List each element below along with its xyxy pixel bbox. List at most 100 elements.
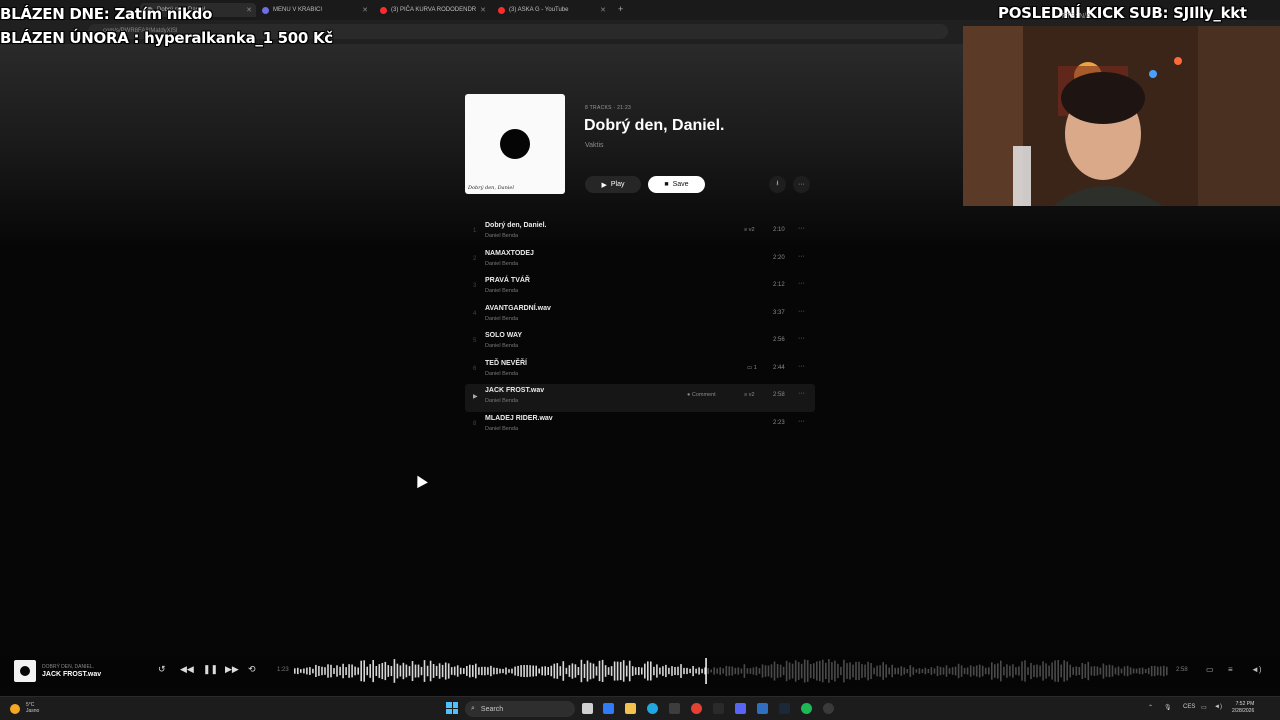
track-more-icon[interactable]: ···	[798, 253, 805, 260]
track-artist[interactable]: Daniel Benda	[485, 233, 518, 239]
play-button[interactable]: ▶ Play	[585, 176, 641, 193]
comments-icon[interactable]: ▭	[1206, 665, 1214, 674]
track-more-icon[interactable]: ···	[798, 363, 805, 370]
track-more-icon[interactable]: ···	[798, 335, 805, 342]
windows-start-icon[interactable]	[446, 702, 458, 714]
download-app-icon[interactable]	[713, 703, 724, 714]
track-row[interactable]: 1 Dobrý den, Daniel. Daniel Benda ≡ v2 2…	[465, 219, 815, 247]
discord-icon[interactable]	[735, 703, 746, 714]
tab-youtube-1[interactable]: (3) PIČA KURVA RODODENDR ✕	[374, 3, 490, 17]
file-explorer-icon[interactable]	[625, 703, 636, 714]
tab-menu[interactable]: MENU V KRABICI ✕	[256, 3, 372, 17]
waveform-bar	[794, 660, 797, 682]
copilot-icon[interactable]	[603, 703, 614, 714]
track-row[interactable]: 6 TEĎ NEVĚŘÍ Daniel Benda ▭ 1 2:44 ···	[465, 357, 815, 385]
task-view-icon[interactable]	[582, 703, 593, 714]
player-album-name[interactable]: DOBRÝ DEN, DANIEL.	[42, 664, 94, 670]
player-thumbnail[interactable]	[14, 660, 36, 682]
stack-icon: ≡	[744, 392, 748, 398]
track-row[interactable]: 2 NAMAXTODEJ Daniel Benda 2:20 ···	[465, 247, 815, 275]
player-track-name[interactable]: JACK FROST.wav	[42, 671, 101, 678]
track-more-icon[interactable]: ···	[798, 308, 805, 315]
waveform-bar	[825, 662, 827, 680]
track-row-playing[interactable]: ▶ JACK FROST.wav Daniel Benda ● Comment …	[465, 384, 815, 412]
waveform-scrubber[interactable]	[294, 657, 1169, 685]
tab-youtube-2[interactable]: (3) ASKA G - YouTube ✕	[492, 3, 610, 17]
waveform-bar	[843, 659, 845, 683]
track-artist[interactable]: Daniel Benda	[485, 316, 518, 322]
taskbar-search[interactable]: ⌕ Search	[465, 701, 575, 717]
close-tab-icon[interactable]: ✕	[246, 6, 252, 14]
obs-icon[interactable]	[823, 703, 834, 714]
track-artist[interactable]: Daniel Benda	[485, 398, 518, 404]
volume-icon[interactable]: ◄)	[1251, 665, 1262, 674]
close-tab-icon[interactable]: ✕	[362, 6, 368, 14]
waveform-bar	[834, 660, 836, 682]
save-button[interactable]: ■ Save	[648, 176, 705, 193]
previous-icon[interactable]: ◀◀	[180, 664, 194, 675]
comment-count[interactable]: ▭ 1	[747, 365, 757, 371]
version-badge[interactable]: ≡ v2	[744, 227, 755, 233]
track-more-icon[interactable]: ···	[798, 418, 805, 425]
tab-label: (3) ASKA G - YouTube	[509, 7, 569, 13]
download-button[interactable]: ⭳	[769, 176, 786, 193]
version-label: v2	[748, 392, 755, 398]
waveform-bar	[930, 667, 933, 675]
playhead[interactable]	[705, 658, 707, 684]
cover-signature: Dobrý den, Daniel	[468, 185, 514, 191]
track-row[interactable]: 3 PRAVÁ TVÁŘ Daniel Benda 2:12 ···	[465, 274, 815, 302]
waveform-bar	[954, 666, 957, 676]
album-artist[interactable]: Vaktis	[585, 142, 604, 149]
track-artist[interactable]: Daniel Benda	[485, 288, 518, 294]
waveform-bar	[499, 668, 501, 674]
track-more-icon[interactable]: ···	[798, 280, 805, 287]
track-artist[interactable]: Daniel Benda	[485, 261, 518, 267]
track-name: NAMAXTODEJ	[485, 249, 534, 257]
next-icon[interactable]: ▶▶	[225, 664, 239, 675]
spotify-icon[interactable]	[801, 703, 812, 714]
replay-icon[interactable]: ↺	[158, 664, 166, 675]
play-label: Play	[610, 181, 625, 188]
track-row[interactable]: 5 SOLO WAY Daniel Benda 2:56 ···	[465, 329, 815, 357]
tray-chevron-icon[interactable]: ⌃	[1148, 704, 1153, 711]
waveform-bar	[517, 665, 519, 677]
store-icon[interactable]	[669, 703, 680, 714]
waveform-bar	[991, 662, 993, 680]
clock-time: 7:52 PM	[1235, 701, 1255, 707]
track-more-icon[interactable]: ···	[798, 390, 805, 397]
album-cover[interactable]: Dobrý den, Daniel	[465, 94, 565, 194]
track-row[interactable]: 4 AVANTGARDNÍ.wav Daniel Benda 3:37 ···	[465, 302, 815, 330]
version-badge[interactable]: ≡ v2	[744, 392, 755, 398]
track-more-icon[interactable]: ···	[798, 225, 805, 232]
weather-widget[interactable]: 5°C Jasno	[10, 702, 39, 714]
player-bar: DOBRÝ DEN, DANIEL. JACK FROST.wav ↺ ◀◀ ❚…	[0, 655, 1280, 687]
repeat-icon[interactable]: ⟲	[248, 664, 256, 675]
waveform-bar	[1072, 667, 1074, 675]
steam-icon[interactable]	[779, 703, 790, 714]
speaker-icon[interactable]: ◄)	[1214, 704, 1222, 710]
close-tab-icon[interactable]: ✕	[600, 6, 606, 14]
track-artist[interactable]: Daniel Benda	[485, 343, 518, 349]
close-tab-icon[interactable]: ✕	[480, 6, 486, 14]
waveform-bar	[414, 664, 417, 678]
more-options-button[interactable]: ···	[793, 176, 810, 193]
waveform-bar	[405, 664, 408, 678]
language-indicator[interactable]: CES	[1183, 704, 1195, 710]
comment-button[interactable]: ● Comment	[687, 392, 716, 398]
network-icon[interactable]: ▭	[1201, 704, 1207, 711]
pause-icon[interactable]: ❚❚	[203, 664, 218, 675]
waveform-bar	[532, 665, 534, 677]
waveform-bar	[948, 668, 951, 674]
track-artist[interactable]: Daniel Benda	[485, 426, 518, 432]
microphone-icon[interactable]: 🎙	[1164, 704, 1172, 711]
edge-icon[interactable]	[647, 703, 658, 714]
track-row[interactable]: 8 MLADEJ RIDER.wav Daniel Benda 2:23 ···	[465, 412, 815, 440]
waveform-bar	[831, 662, 833, 680]
track-artist[interactable]: Daniel Benda	[485, 371, 518, 377]
taskbar-clock[interactable]: 7:52 PM 2/28/2026	[1232, 701, 1254, 715]
notepad-icon[interactable]	[757, 703, 768, 714]
chrome-icon[interactable]	[691, 703, 702, 714]
waveform-bar	[900, 666, 903, 676]
new-tab-icon[interactable]: +	[618, 4, 623, 14]
queue-icon[interactable]: ≡	[1228, 665, 1233, 674]
